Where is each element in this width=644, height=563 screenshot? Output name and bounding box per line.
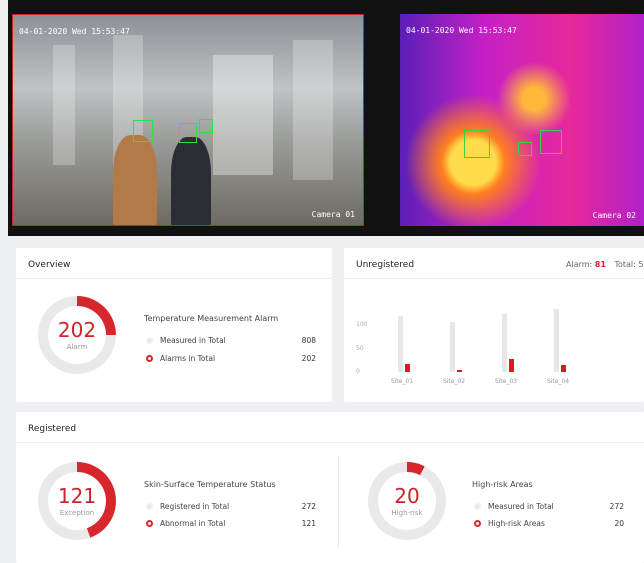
unregistered-title: Unregistered	[356, 260, 415, 270]
exception-ring-chart: 121 Exception	[38, 462, 116, 540]
y-tick-label: 0	[356, 368, 360, 375]
high-risk-areas-title: High-risk Areas	[472, 480, 533, 489]
camera-01-visible-feed[interactable]: 04-01-2020 Wed 15:53:47 Camera 01	[12, 14, 364, 226]
high-risk-areas-label: High-risk Areas	[488, 519, 545, 528]
camera-01-timestamp: 04-01-2020 Wed 15:53:47	[19, 27, 130, 36]
alarm-value: 81	[594, 260, 606, 269]
risk-measured-total-label: Measured in Total	[488, 502, 554, 511]
camera-feed-strip: 04-01-2020 Wed 15:53:47 Camera 01 04-01-…	[8, 0, 644, 236]
x-tick-label: Site_04	[546, 378, 570, 385]
registered-total-value: 272	[301, 502, 316, 511]
camera-02-thermal-feed[interactable]: 04-01-2020 Wed 15:53:47 Camera 02	[400, 14, 644, 226]
alarms-total-label: Alarms in Total	[160, 354, 216, 363]
temperature-alarm-title: Temperature Measurement Alarm	[144, 314, 279, 323]
bar-total-site_03[interactable]	[502, 313, 507, 372]
bar-alarm-site_01[interactable]	[405, 364, 410, 372]
bar-total-site_04[interactable]	[554, 309, 559, 372]
alarms-total-value: 202	[301, 354, 316, 363]
legend-grey-dot-icon	[146, 337, 153, 344]
exception-count: 121	[57, 483, 97, 508]
bar-alarm-site_03[interactable]	[509, 358, 514, 372]
registered-total-row: Registered in Total 272	[146, 502, 316, 511]
x-tick-label: Site_01	[390, 378, 414, 385]
high-risk-count: 20	[394, 483, 420, 508]
y-tick-label: 100	[356, 321, 368, 329]
risk-measured-total-value: 272	[609, 502, 624, 511]
abnormal-total-value: 121	[301, 519, 316, 528]
overview-panel: Overview 202 Alarm Temperature Measureme…	[16, 248, 332, 402]
abnormal-total-label: Abnormal in Total	[160, 519, 226, 528]
alarm-label: Alarm:	[566, 260, 593, 269]
legend-red-dot-icon	[146, 355, 153, 362]
legend-grey-dot-icon	[474, 503, 481, 510]
alarm-count: 202	[57, 317, 97, 342]
bar-total-site_02[interactable]	[450, 321, 455, 372]
legend-red-dot-icon	[474, 520, 481, 527]
skin-temperature-title: Skin-Surface Temperature Status	[144, 480, 276, 489]
high-risk-ring-label: High-risk	[391, 508, 423, 517]
total-label: Total: 5	[614, 260, 644, 269]
bar-alarm-site_02[interactable]	[457, 369, 462, 372]
bar-alarm-site_04[interactable]	[561, 364, 566, 372]
legend-red-dot-icon	[146, 520, 153, 527]
abnormal-total-row: Abnormal in Total 121	[146, 519, 316, 528]
risk-measured-total-row: Measured in Total 272	[474, 502, 624, 511]
camera-02-timestamp: 04-01-2020 Wed 15:53:47	[406, 26, 517, 35]
y-tick-label: 50	[356, 344, 364, 352]
registered-total-label: Registered in Total	[160, 502, 230, 511]
overview-title: Overview	[28, 260, 71, 270]
alarms-total-row: Alarms in Total 202	[146, 354, 316, 363]
measured-total-label: Measured in Total	[160, 336, 226, 345]
measured-total-value: 808	[301, 336, 316, 345]
exception-ring-label: Exception	[59, 508, 95, 517]
site-bar-chart: 0 50 100 Site_01 Site_02 Site_03 Site_04	[344, 278, 644, 402]
alarm-ring-label: Alarm	[66, 342, 88, 351]
camera-01-label: Camera 01	[311, 210, 355, 219]
legend-grey-dot-icon	[146, 503, 153, 510]
measured-total-row: Measured in Total 808	[146, 336, 316, 345]
bar-total-site_01[interactable]	[398, 316, 403, 372]
high-risk-areas-value: 20	[614, 519, 624, 528]
unregistered-summary: Alarm: 81 Total: 5	[566, 260, 643, 269]
registered-title: Registered	[28, 424, 77, 434]
high-risk-areas-row: High-risk Areas 20	[474, 519, 624, 528]
registered-panel: Registered 121 Exception Skin-Surface Te…	[16, 412, 644, 563]
unregistered-panel: Unregistered Alarm: 81 Total: 5 0 50 100 Si…	[344, 248, 644, 402]
x-tick-label: Site_02	[442, 378, 466, 385]
section-divider	[338, 456, 339, 548]
x-tick-label: Site_03	[494, 378, 518, 385]
high-risk-ring-chart: 20 High-risk	[368, 462, 446, 540]
camera-02-label: Camera 02	[592, 211, 636, 220]
alarm-ring-chart: 202 Alarm	[38, 296, 116, 374]
